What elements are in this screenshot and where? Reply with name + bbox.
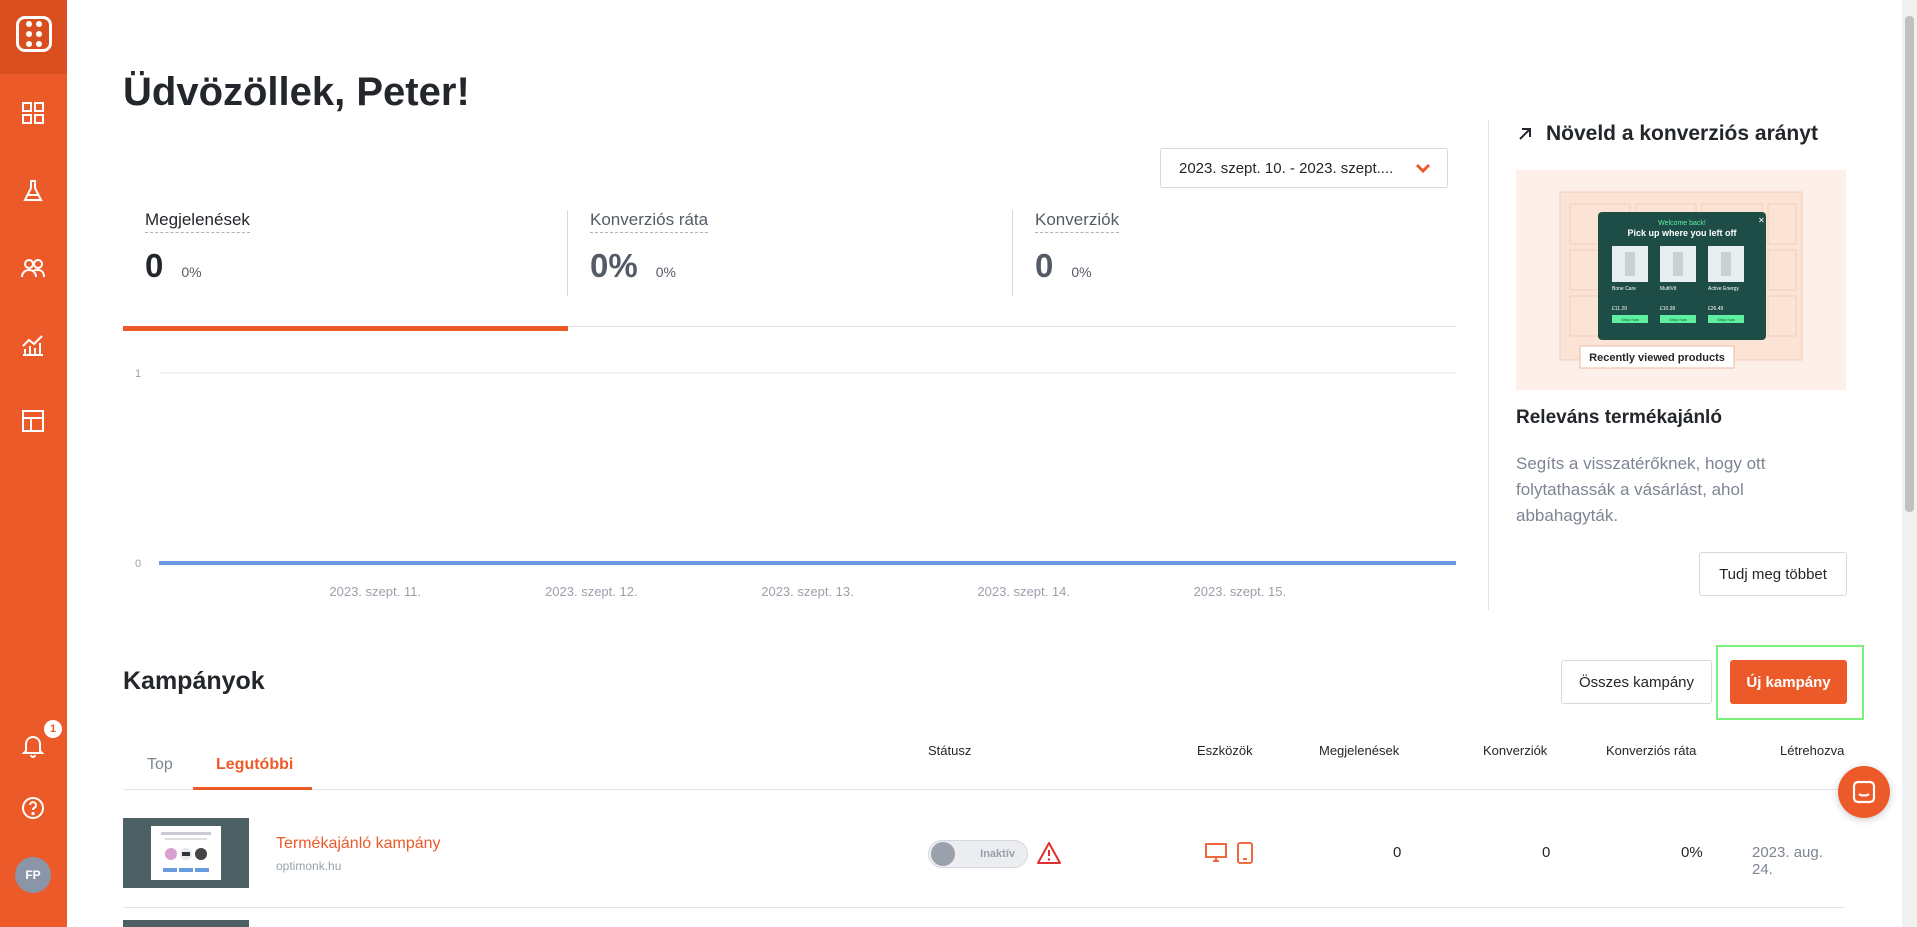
product-price: £11.29 — [1612, 306, 1627, 312]
new-campaign-button[interactable]: Új kampány — [1730, 660, 1847, 704]
help-question-icon[interactable] — [20, 795, 46, 821]
column-header-conversions[interactable]: Konverziók — [1483, 743, 1547, 758]
campaign-thumbnail[interactable] — [123, 818, 249, 888]
metrics-active-indicator — [123, 326, 568, 331]
y-tick-label: 0 — [135, 558, 141, 570]
metric-change: 0% — [655, 264, 676, 280]
metric-impressions[interactable]: Megjelenések 0 0% — [145, 210, 250, 296]
conversion-rate-value: 0% — [1681, 844, 1703, 861]
svg-text:✕: ✕ — [1758, 216, 1765, 225]
arrow-up-right-icon — [1519, 128, 1531, 140]
metric-divider — [567, 210, 568, 296]
metric-label: Konverziós ráta — [590, 210, 709, 233]
users-icon[interactable] — [20, 255, 46, 281]
metric-change: 0% — [1071, 264, 1092, 280]
templates-layout-icon[interactable] — [20, 408, 46, 434]
learn-more-button[interactable]: Tudj meg többet — [1699, 552, 1847, 596]
experiments-flask-icon[interactable] — [20, 178, 46, 204]
promo-subtitle: Releváns termékajánló — [1516, 407, 1722, 428]
impressions-value: 0 — [1393, 844, 1402, 861]
popup-headline-text: Pick up where you left off — [1627, 228, 1737, 238]
x-tick-label: 2023. szept. 11. — [329, 584, 421, 599]
status-toggle[interactable]: Inaktív — [928, 840, 1028, 868]
dashboard-icon[interactable] — [20, 100, 46, 126]
tab-top[interactable]: Top — [147, 756, 173, 774]
shop-now-label: Shop now — [1717, 317, 1735, 322]
popup-preview-illustration: Welcome back! Pick up where you left off… — [1559, 191, 1803, 369]
metric-label: Megjelenések — [145, 210, 250, 233]
promo-description: Segíts a visszatérőknek, hogy ott folyta… — [1516, 454, 1766, 525]
x-tick-label: 2023. szept. 15. — [1194, 584, 1287, 599]
campaign-domain: optimonk.hu — [276, 859, 342, 873]
notification-count-badge: 1 — [44, 720, 62, 738]
vertical-scrollbar[interactable] — [1902, 0, 1917, 927]
shop-now-label: Shop now — [1669, 317, 1687, 322]
y-tick-label: 1 — [135, 368, 141, 380]
metric-value: 0% — [590, 247, 638, 284]
conversions-value: 0 — [1542, 844, 1551, 861]
metric-value: 0 — [1035, 247, 1054, 284]
created-date: 2023. aug. 24. — [1752, 844, 1823, 878]
panel-divider — [1488, 120, 1489, 610]
popup-welcome-text: Welcome back! — [1658, 220, 1706, 227]
product-price: £10.99 — [1660, 306, 1676, 312]
analytics-chart-icon[interactable] — [20, 332, 46, 358]
shop-now-label: Shop now — [1621, 317, 1639, 322]
x-tick-label: 2023. szept. 12. — [545, 584, 638, 599]
column-header-conversion-rate[interactable]: Konverziós ráta — [1606, 743, 1696, 758]
promo-heading: Növeld a konverziós arányt — [1516, 122, 1818, 146]
column-header-impressions[interactable]: Megjelenések — [1319, 743, 1399, 758]
chart-svg: 1 0 2023. szept. 11. 2023. szept. 12. 2023. … — [135, 368, 1456, 599]
all-campaigns-button[interactable]: Összes kampány — [1561, 660, 1712, 704]
metric-divider — [1012, 210, 1013, 296]
line-chart: 1 0 2023. szept. 11. 2023. szept. 12. 2023. … — [123, 360, 1463, 610]
mobile-icon — [1237, 842, 1253, 869]
campaign-name-link[interactable]: Termékajánló kampány — [276, 835, 441, 853]
product-name: Bone Care — [1612, 286, 1636, 292]
status-label: Inaktív — [980, 848, 1015, 860]
metric-change: 0% — [181, 264, 202, 280]
desktop-icon — [1205, 842, 1227, 869]
user-avatar[interactable]: FP — [15, 857, 51, 893]
chat-support-button[interactable] — [1838, 766, 1890, 818]
product-price: £26.49 — [1708, 306, 1724, 312]
date-range-select[interactable]: 2023. szept. 10. - 2023. szept.... — [1160, 148, 1448, 188]
product-name: Active Energy — [1708, 286, 1739, 292]
logo-area[interactable] — [0, 0, 67, 74]
tab-recent[interactable]: Legutóbbi — [216, 756, 293, 774]
image-caption: Recently viewed products — [1589, 352, 1725, 364]
app-logo-icon — [16, 16, 52, 52]
x-tick-label: 2023. szept. 13. — [761, 584, 854, 599]
promo-title: Növeld a konverziós arányt — [1546, 122, 1818, 145]
promo-image: Welcome back! Pick up where you left off… — [1516, 170, 1846, 390]
notifications-bell-icon[interactable] — [20, 733, 46, 759]
chevron-down-icon — [1413, 158, 1433, 182]
product-name: MultiVit — [1660, 286, 1677, 292]
campaign-tabs: Top Legutóbbi — [123, 740, 1845, 790]
page-title: Üdvözöllek, Peter! — [123, 70, 470, 114]
chat-icon — [1852, 780, 1876, 804]
warning-icon[interactable] — [1036, 841, 1062, 870]
metric-value: 0 — [145, 247, 164, 284]
column-header-status: Státusz — [928, 743, 972, 758]
next-row-thumbnail — [123, 920, 249, 927]
thumbnail-preview — [161, 832, 211, 872]
sidebar: 1 FP — [0, 0, 67, 927]
metric-conversion-rate[interactable]: Konverziós ráta 0% 0% — [590, 210, 709, 296]
x-tick-label: 2023. szept. 14. — [977, 584, 1070, 599]
campaigns-title: Kampányok — [123, 667, 265, 695]
table-row: Termékajánló kampány optimonk.hu Inaktív… — [123, 791, 1845, 908]
column-header-devices: Eszközök — [1197, 743, 1253, 758]
scrollbar-thumb[interactable] — [1905, 16, 1914, 512]
date-range-value: 2023. szept. 10. - 2023. szept.... — [1179, 159, 1394, 177]
column-header-created[interactable]: Létrehozva — [1780, 743, 1844, 758]
metric-label: Konverziók — [1035, 210, 1120, 233]
metric-conversions[interactable]: Konverziók 0 0% — [1035, 210, 1120, 296]
tab-active-underline — [193, 787, 312, 790]
